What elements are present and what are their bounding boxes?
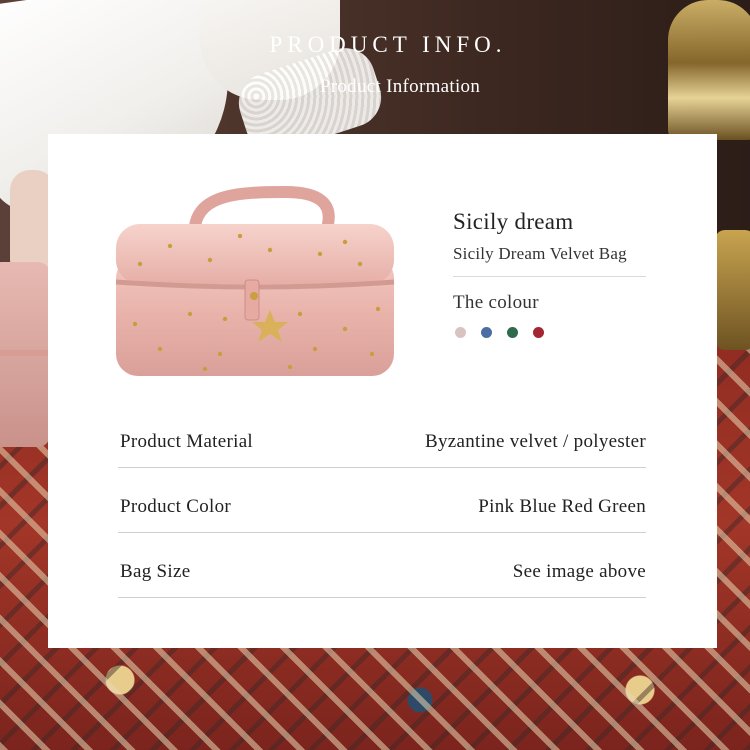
- divider: [118, 597, 646, 598]
- spec-value: See image above: [512, 561, 646, 582]
- pink-bag-background: [0, 262, 50, 447]
- spec-value: Byzantine velvet / polyester: [424, 431, 646, 452]
- spec-label: Product Material: [120, 431, 254, 452]
- swatch-pink[interactable]: [455, 327, 466, 338]
- product-name: Sicily dream: [453, 209, 574, 234]
- divider: [118, 467, 646, 468]
- spec-row-material: Product Material Byzantine velvet / poly…: [118, 431, 646, 495]
- spec-label: Product Color: [120, 496, 232, 517]
- page-title: PRODUCT INFO.: [269, 32, 507, 57]
- spec-value: Pink Blue Red Green: [478, 496, 646, 517]
- divider: [118, 532, 646, 533]
- spec-row-color: Product Color Pink Blue Red Green: [118, 496, 646, 560]
- brass-lamp: [668, 0, 750, 140]
- swatch-blue[interactable]: [481, 327, 492, 338]
- product-subname: Sicily Dream Velvet Bag: [453, 244, 627, 263]
- brass-lamp-base: [715, 230, 750, 350]
- spec-row-size: Bag Size See image above: [118, 561, 646, 625]
- product-info-card: Sicily dream Sicily Dream Velvet Bag The…: [48, 134, 717, 648]
- product-image: [115, 185, 395, 376]
- colour-swatches: [455, 327, 544, 338]
- spec-label: Bag Size: [120, 561, 191, 582]
- page-subtitle: Product Information: [319, 76, 481, 97]
- swatch-green[interactable]: [507, 327, 518, 338]
- divider: [453, 276, 646, 277]
- swatch-red[interactable]: [533, 327, 544, 338]
- colour-label: The colour: [453, 292, 539, 313]
